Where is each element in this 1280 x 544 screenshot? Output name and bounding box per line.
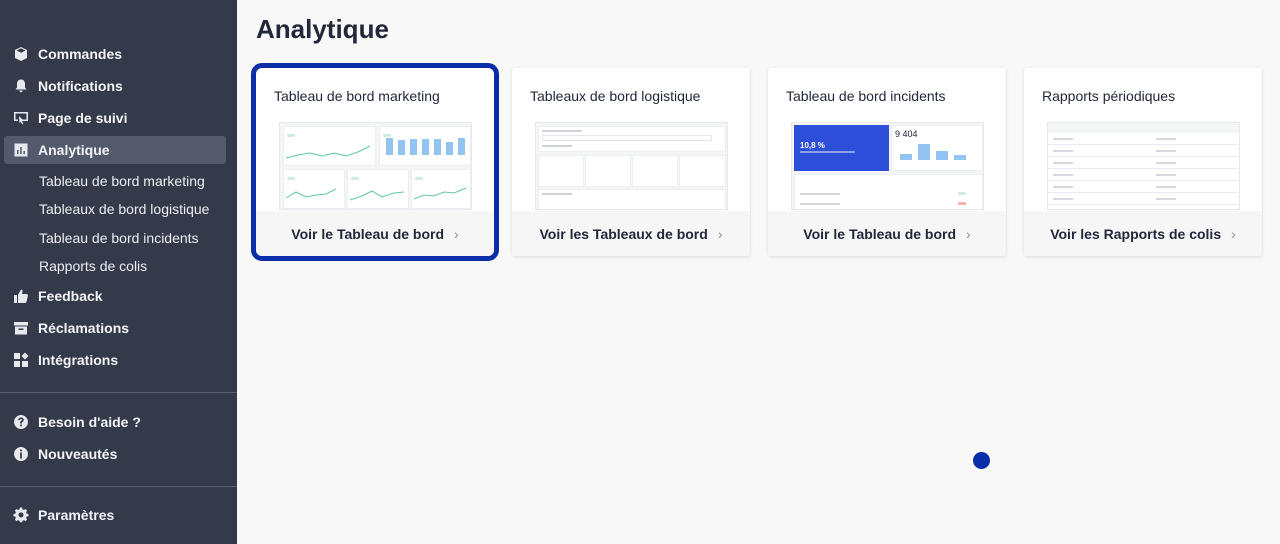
card-rapports[interactable]: Rapports périodiques Voir les Rapports d… xyxy=(1024,68,1262,256)
sidebar-item-label: Réclamations xyxy=(38,320,130,336)
sidebar-item-parametres[interactable]: Paramètres xyxy=(4,501,226,529)
sidebar-item-analytique[interactable]: Analytique xyxy=(4,136,226,164)
chevron-right-icon: › xyxy=(454,225,459,242)
sidebar-item-reclamations[interactable]: Réclamations xyxy=(4,314,226,342)
card-action-label: Voir le Tableau de bord xyxy=(803,225,957,242)
grid-icon xyxy=(12,352,29,369)
sidebar-item-label: Intégrations xyxy=(38,352,119,368)
sidebar: Commandes Notifications Page de suivi An… xyxy=(0,0,237,544)
card-action-button[interactable]: Voir les Tableaux de bord › xyxy=(512,211,750,256)
sidebar-item-label: Page de suivi xyxy=(38,110,128,126)
sidebar-item-commandes[interactable]: Commandes xyxy=(4,40,226,68)
sidebar-item-page-de-suivi[interactable]: Page de suivi xyxy=(4,104,226,132)
card-title: Tableau de bord incidents xyxy=(786,88,946,104)
card-action-button[interactable]: Voir les Rapports de colis › xyxy=(1024,211,1262,256)
sidebar-subitem-logistique[interactable]: Tableaux de bord logistique xyxy=(39,201,209,217)
chevron-right-icon: › xyxy=(717,225,723,242)
sidebar-item-label: Feedback xyxy=(38,288,103,304)
preview-incident-rate: 10,8 % xyxy=(800,141,825,150)
sidebar-item-nouveautes[interactable]: Nouveautés xyxy=(4,440,226,468)
card-action-button[interactable]: Voir le Tableau de bord › xyxy=(256,211,494,256)
sidebar-item-label: Analytique xyxy=(38,142,110,158)
card-title: Tableau de bord marketing xyxy=(274,88,440,104)
archive-icon xyxy=(12,320,29,337)
gear-icon xyxy=(12,507,29,524)
sidebar-item-notifications[interactable]: Notifications xyxy=(4,72,226,100)
chevron-right-icon: › xyxy=(966,225,971,242)
thumbs-up-icon xyxy=(12,288,29,305)
card-action-button[interactable]: Voir le Tableau de bord › xyxy=(768,211,1006,256)
sidebar-item-label: Notifications xyxy=(38,78,123,94)
card-logistique[interactable]: Tableaux de bord logistique Voir les Tab… xyxy=(512,68,750,256)
sidebar-subitem-rapports[interactable]: Rapports de colis xyxy=(39,258,147,274)
card-marketing[interactable]: Tableau de bord marketing Voir le Tablea… xyxy=(251,63,499,261)
sidebar-subitem-incidents[interactable]: Tableau de bord incidents xyxy=(39,230,199,246)
card-action-label: Voir les Tableaux de bord xyxy=(539,225,708,242)
card-preview-image xyxy=(535,122,728,210)
chart-icon xyxy=(12,142,29,159)
card-action-label: Voir le Tableau de bord xyxy=(291,225,445,242)
chevron-right-icon: › xyxy=(1231,225,1236,242)
tracking-page-icon xyxy=(12,110,29,127)
bell-icon xyxy=(12,78,29,95)
card-preview-image: 10,8 % 9 404 xyxy=(791,122,984,210)
sidebar-divider xyxy=(0,486,237,487)
card-preview-image xyxy=(279,122,472,210)
sidebar-divider xyxy=(0,392,237,393)
cursor-indicator xyxy=(973,452,990,469)
sidebar-item-label: Nouveautés xyxy=(38,446,118,462)
page-title: Analytique xyxy=(256,14,389,44)
card-incidents[interactable]: Tableau de bord incidents 10,8 % 9 404 V… xyxy=(768,68,1006,256)
card-title: Rapports périodiques xyxy=(1042,88,1176,104)
sidebar-item-label: Paramètres xyxy=(38,507,115,523)
sidebar-item-besoin-aide[interactable]: Besoin d'aide ? xyxy=(4,408,226,436)
question-icon xyxy=(12,414,29,431)
preview-incident-count: 9 404 xyxy=(895,129,918,139)
card-title: Tableaux de bord logistique xyxy=(530,88,701,104)
sidebar-item-integrations[interactable]: Intégrations xyxy=(4,346,226,374)
card-action-label: Voir les Rapports de colis xyxy=(1050,225,1222,242)
card-preview-image xyxy=(1047,122,1240,210)
sidebar-item-label: Besoin d'aide ? xyxy=(38,414,141,430)
sidebar-item-feedback[interactable]: Feedback xyxy=(4,282,226,310)
info-icon xyxy=(12,446,29,463)
box-icon xyxy=(12,46,29,63)
sidebar-subitem-marketing[interactable]: Tableau de bord marketing xyxy=(39,173,205,189)
sidebar-item-label: Commandes xyxy=(38,46,123,62)
